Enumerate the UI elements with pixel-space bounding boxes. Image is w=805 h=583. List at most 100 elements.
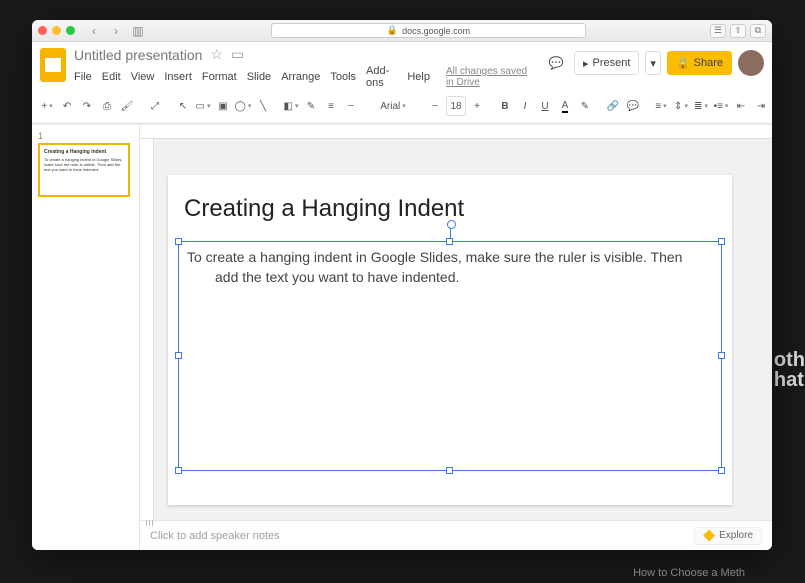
shape-tool[interactable]: ◯ — [234, 96, 252, 116]
thumb-body: To create a hanging indent in Google Sli… — [44, 157, 124, 172]
url-bar[interactable]: 🔒 docs.google.com — [271, 23, 586, 38]
menu-file[interactable]: File — [74, 71, 92, 83]
zoom-button[interactable]: ⤢ — [146, 96, 164, 116]
border-color-button[interactable]: ✎ — [302, 96, 320, 116]
save-status[interactable]: All changes saved in Drive — [446, 66, 536, 88]
present-dropdown[interactable]: ▾ — [645, 51, 661, 75]
menu-view[interactable]: View — [131, 71, 155, 83]
bulleted-list-button[interactable]: •≡ — [712, 96, 730, 116]
filmstrip[interactable]: 1 Creating a Hanging Indent To create a … — [32, 125, 140, 550]
background-footer-text: How to Choose a Meth — [633, 567, 745, 579]
share-browser-icon[interactable]: ⇪ — [730, 24, 746, 38]
account-avatar[interactable] — [738, 50, 764, 76]
slides-logo-icon[interactable] — [40, 48, 66, 82]
explore-label: Explore — [719, 530, 753, 541]
rotation-handle[interactable] — [450, 226, 451, 238]
url-text: docs.google.com — [402, 26, 470, 36]
resize-handle-mb[interactable] — [446, 467, 453, 474]
print-button[interactable]: ⎙ — [98, 96, 116, 116]
move-folder-icon[interactable]: ▭ — [231, 46, 244, 63]
share-lock-icon: 🔒 — [676, 57, 690, 70]
reader-icon[interactable]: ☰ — [710, 24, 726, 38]
present-play-icon: ▸ — [583, 57, 589, 70]
close-window-icon[interactable] — [38, 26, 47, 35]
workspace: 1 Creating a Hanging Indent To create a … — [32, 124, 772, 550]
slide-title-text[interactable]: Creating a Hanging Indent — [184, 195, 464, 223]
resize-handle-br[interactable] — [718, 467, 725, 474]
selected-text-box[interactable]: To create a hanging indent in Google Sli… — [178, 241, 722, 471]
body-line-1: To create a hanging indent in Google Sli… — [187, 249, 682, 265]
menu-help[interactable]: Help — [407, 71, 430, 83]
numbered-list-button[interactable]: ≣ — [692, 96, 710, 116]
resize-handle-ml[interactable] — [175, 352, 182, 359]
slide-canvas[interactable]: Creating a Hanging Indent To create a ha… — [168, 175, 732, 505]
new-slide-button[interactable]: + — [38, 96, 56, 116]
speaker-notes-placeholder[interactable]: Click to add speaker notes — [150, 530, 280, 542]
textbox-tool[interactable]: ▭ — [194, 96, 212, 116]
present-label: Present — [592, 57, 630, 69]
line-tool[interactable]: ╲ — [254, 96, 272, 116]
window-controls — [38, 26, 75, 35]
sidebar-toggle-icon[interactable]: ▥ — [129, 24, 147, 38]
border-weight-button[interactable]: ≡ — [322, 96, 340, 116]
minimize-window-icon[interactable] — [52, 26, 61, 35]
resize-handle-tl[interactable] — [175, 238, 182, 245]
menu-tools[interactable]: Tools — [330, 71, 356, 83]
share-button[interactable]: 🔒 Share — [667, 51, 732, 75]
font-size-increase[interactable]: + — [468, 96, 486, 116]
explore-button[interactable]: Explore — [694, 527, 762, 545]
menu-insert[interactable]: Insert — [164, 71, 192, 83]
resize-handle-mt[interactable] — [446, 238, 453, 245]
undo-button[interactable]: ↶ — [58, 96, 76, 116]
bold-button[interactable]: B — [496, 96, 514, 116]
highlight-color-button[interactable]: ✎ — [576, 96, 594, 116]
fill-color-button[interactable]: ◧ — [282, 96, 300, 116]
browser-chrome-bar: ‹ › ▥ 🔒 docs.google.com ☰ ⇪ ⧉ — [32, 20, 772, 42]
redo-button[interactable]: ↷ — [78, 96, 96, 116]
indent-decrease-button[interactable]: ⇤ — [732, 96, 750, 116]
vertical-ruler[interactable] — [140, 139, 154, 520]
menu-format[interactable]: Format — [202, 71, 237, 83]
image-tool[interactable]: ▣ — [214, 96, 232, 116]
menu-arrange[interactable]: Arrange — [281, 71, 320, 83]
share-label: Share — [694, 57, 723, 69]
app-header: Untitled presentation ☆ ▭ File Edit View… — [32, 42, 772, 89]
maximize-window-icon[interactable] — [66, 26, 75, 35]
speaker-notes-bar[interactable]: Click to add speaker notes Explore — [140, 520, 772, 550]
menu-slide[interactable]: Slide — [247, 71, 271, 83]
text-box-content[interactable]: To create a hanging indent in Google Sli… — [179, 242, 721, 293]
explore-icon — [703, 530, 715, 542]
menu-bar: File Edit View Insert Format Slide Arran… — [74, 65, 536, 89]
border-dash-button[interactable]: ┄ — [342, 96, 360, 116]
font-size-value[interactable]: 18 — [446, 96, 466, 116]
text-color-button[interactable]: A — [556, 96, 574, 116]
star-icon[interactable]: ☆ — [210, 46, 223, 63]
tabs-icon[interactable]: ⧉ — [750, 24, 766, 38]
resize-handle-mr[interactable] — [718, 352, 725, 359]
italic-button[interactable]: I — [516, 96, 534, 116]
line-spacing-button[interactable]: ⇕ — [672, 96, 690, 116]
document-title[interactable]: Untitled presentation — [74, 47, 202, 63]
canvas-area: Creating a Hanging Indent To create a ha… — [140, 125, 772, 550]
menu-edit[interactable]: Edit — [102, 71, 121, 83]
back-button[interactable]: ‹ — [85, 24, 103, 38]
present-button[interactable]: ▸ Present — [574, 51, 639, 75]
menu-addons[interactable]: Add-ons — [366, 65, 397, 89]
insert-comment-button[interactable]: 💬 — [624, 96, 642, 116]
paint-format-button[interactable]: 🖌 — [118, 96, 136, 116]
insert-link-button[interactable]: 🔗 — [604, 96, 622, 116]
resize-handle-tr[interactable] — [718, 238, 725, 245]
underline-button[interactable]: U — [536, 96, 554, 116]
forward-button[interactable]: › — [107, 24, 125, 38]
comments-icon[interactable]: 💬 — [544, 51, 568, 75]
slide-number: 1 — [38, 131, 133, 141]
indent-increase-button[interactable]: ⇥ — [752, 96, 770, 116]
slide-thumbnail[interactable]: Creating a Hanging Indent To create a ha… — [38, 143, 130, 197]
horizontal-ruler[interactable] — [140, 125, 772, 139]
select-tool[interactable]: ↖ — [174, 96, 192, 116]
font-size-decrease[interactable]: − — [426, 96, 444, 116]
align-button[interactable]: ≡ — [652, 96, 670, 116]
notes-resize-handle[interactable] — [146, 520, 153, 526]
resize-handle-bl[interactable] — [175, 467, 182, 474]
font-family-select[interactable]: Arial — [370, 96, 416, 116]
